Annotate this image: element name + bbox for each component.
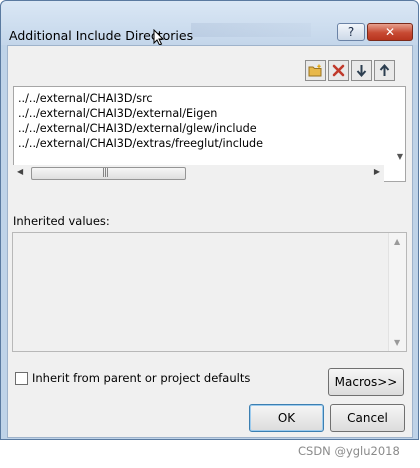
scroll-down-arrow-icon[interactable]: ▼	[394, 338, 400, 347]
background-blur	[191, 23, 311, 37]
help-button[interactable]: ?	[337, 23, 365, 41]
mouse-cursor-icon	[153, 29, 164, 46]
scroll-down-arrow-icon[interactable]: ▼	[397, 152, 403, 161]
list-item[interactable]: ../../external/CHAI3D/external/Eigen	[18, 106, 217, 121]
macros-button[interactable]: Macros>>	[328, 368, 404, 396]
list-item[interactable]: ../../external/CHAI3D/external/glew/incl…	[18, 121, 257, 136]
folder-new-icon[interactable]	[305, 60, 326, 81]
watermark-text: CSDN @yglu2018	[298, 444, 400, 458]
list-item[interactable]: ../../external/CHAI3D/src	[18, 91, 153, 106]
arrow-up-icon[interactable]	[374, 60, 395, 81]
horizontal-scrollbar[interactable]: ◀ ||| ▶	[13, 165, 384, 182]
inherit-checkbox[interactable]	[15, 371, 28, 385]
close-button[interactable]: ✕	[367, 23, 413, 41]
dialog-client-area: ../../external/CHAI3D/src ../../external…	[7, 45, 413, 438]
inherit-checkbox-label[interactable]: Inherit from parent or project defaults	[32, 371, 250, 385]
inherited-values-label: Inherited values:	[13, 214, 110, 228]
delete-x-icon[interactable]	[328, 60, 349, 81]
dialog-window: Additional Include Directories ? ✕ ../..…	[0, 0, 419, 440]
scroll-left-arrow-icon[interactable]: ◀	[17, 167, 23, 176]
scrollbar-thumb[interactable]: |||	[31, 167, 186, 180]
arrow-down-icon[interactable]	[351, 60, 372, 81]
scroll-right-arrow-icon[interactable]: ▶	[374, 167, 380, 176]
inherited-values-box: ▲ ▼	[12, 232, 407, 352]
inherit-checkbox-row[interactable]: Inherit from parent or project defaults	[15, 371, 250, 385]
title-bar[interactable]: Additional Include Directories ? ✕	[1, 1, 418, 46]
scroll-up-arrow-icon[interactable]: ▲	[394, 237, 400, 246]
ok-button[interactable]: OK	[249, 404, 324, 432]
list-toolbar	[305, 60, 395, 81]
dialog-title: Additional Include Directories	[9, 28, 194, 43]
inherited-vertical-scrollbar[interactable]: ▲ ▼	[388, 233, 406, 351]
grip-icon: |||	[102, 168, 109, 178]
list-item[interactable]: ../../external/CHAI3D/extras/freeglut/in…	[18, 136, 263, 151]
cancel-button[interactable]: Cancel	[330, 404, 405, 432]
